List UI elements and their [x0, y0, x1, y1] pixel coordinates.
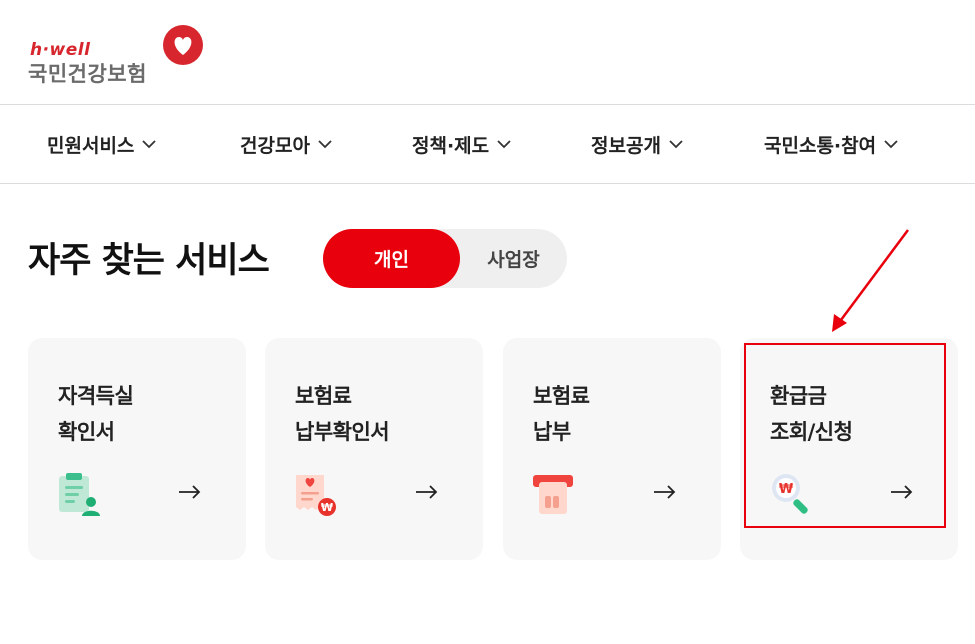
nav-item-label: 국민소통·참여 — [764, 134, 877, 157]
card-label: 보험료 납부 — [533, 378, 590, 450]
svg-text:₩: ₩ — [321, 501, 333, 514]
nav-item-health-collection[interactable]: 건강모아 — [240, 105, 332, 183]
card-label: 보험료 납부확인서 — [295, 378, 390, 450]
nhis-logo[interactable]: h·well 국민건강보험 — [28, 24, 208, 88]
main-navigation: 민원서비스 건강모아 정책·제도 정보공개 국민소통·참여 — [0, 105, 975, 184]
card-label: 자격득실 확인서 — [58, 378, 134, 450]
nav-item-label: 민원서비스 — [47, 134, 135, 157]
site-header: h·well 국민건강보험 — [0, 0, 975, 105]
chevron-down-icon — [142, 139, 157, 148]
card-label-line2: 확인서 — [58, 420, 115, 444]
nav-item-civil-service[interactable]: 민원서비스 — [47, 105, 157, 183]
card-label-line2: 납부 — [533, 420, 571, 444]
card-label-line2: 납부확인서 — [295, 420, 390, 444]
chevron-down-icon — [318, 139, 332, 148]
service-card-payment[interactable]: 보험료 납부 — [503, 338, 721, 560]
qualification-certificate-icon — [59, 473, 100, 516]
nav-item-label: 건강모아 — [240, 134, 310, 157]
service-card-qualification[interactable]: 자격득실 확인서 — [28, 338, 246, 560]
section-title: 자주 찾는 서비스 — [28, 241, 270, 281]
annotation-arrow-icon — [832, 229, 910, 332]
heart-logo-icon — [163, 25, 203, 65]
card-payment-icon — [533, 475, 573, 514]
service-card-payment-confirmation[interactable]: 보험료 납부확인서 ₩ — [265, 338, 483, 560]
chevron-down-icon — [669, 139, 683, 148]
nav-item-participation[interactable]: 국민소통·참여 — [764, 105, 898, 183]
arrow-right-icon — [179, 485, 201, 499]
chevron-down-icon — [497, 139, 511, 148]
nav-item-label: 정보공개 — [591, 134, 661, 157]
logo-subtext: h·well — [30, 40, 91, 60]
card-label-line1: 자격득실 — [58, 384, 134, 408]
logo-title: 국민건강보험 — [28, 62, 147, 86]
card-label-line1: 보험료 — [533, 384, 590, 408]
nav-item-label: 정책·제도 — [412, 134, 490, 157]
nav-item-policy[interactable]: 정책·제도 — [412, 105, 511, 183]
arrow-right-icon — [416, 485, 438, 499]
card-label-line1: 보험료 — [295, 384, 352, 408]
payment-receipt-icon: ₩ — [296, 475, 336, 516]
annotation-highlight-box — [744, 343, 946, 528]
chevron-down-icon — [884, 139, 898, 148]
nav-item-disclosure[interactable]: 정보공개 — [591, 105, 683, 183]
toggle-individual[interactable]: 개인 — [323, 229, 460, 288]
arrow-right-icon — [654, 485, 676, 499]
toggle-business[interactable]: 사업장 — [460, 229, 567, 288]
user-type-toggle: 개인 사업장 — [323, 229, 567, 288]
